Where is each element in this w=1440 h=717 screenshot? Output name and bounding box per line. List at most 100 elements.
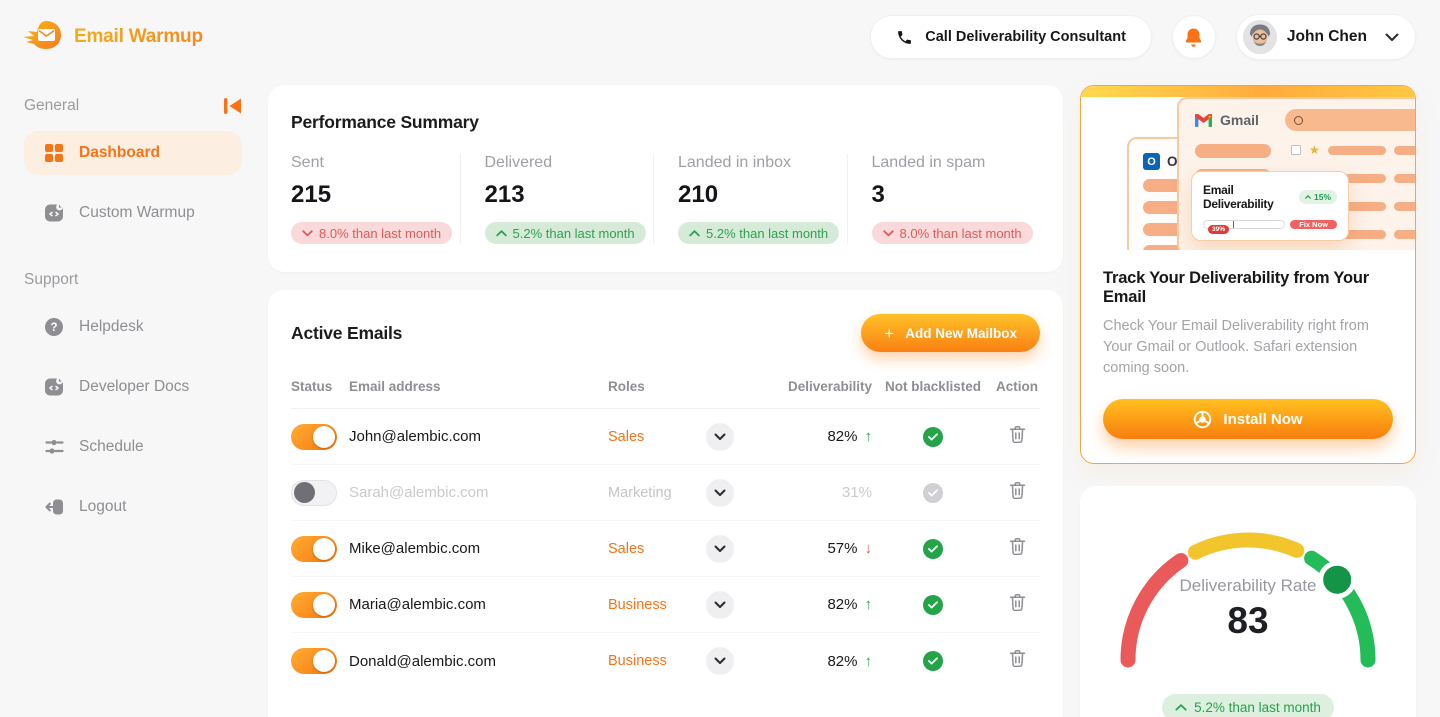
col-status: Status xyxy=(291,379,349,394)
sidebar-item-label: Dashboard xyxy=(79,144,160,162)
role-dropdown-button[interactable] xyxy=(706,423,734,451)
brand-name: Email Warmup xyxy=(74,26,203,48)
email-address: Donald@alembic.com xyxy=(349,653,594,670)
check-circle-icon xyxy=(923,427,943,447)
email-address: John@alembic.com xyxy=(349,428,594,445)
popup-score: 39% xyxy=(1208,225,1229,234)
metric-value: 210 xyxy=(678,181,847,209)
check-circle-icon xyxy=(923,651,943,671)
sidebar-item-helpdesk[interactable]: ? Helpdesk xyxy=(24,305,242,349)
chevron-up-icon xyxy=(496,230,507,237)
metric-change-badge: 5.2% than last month xyxy=(485,222,646,244)
deliverability-value: 31% xyxy=(842,484,872,501)
delete-row-button[interactable] xyxy=(1009,425,1026,444)
role-dropdown-button[interactable] xyxy=(706,591,734,619)
sidebar-item-label: Custom Warmup xyxy=(79,204,195,222)
search-icon xyxy=(1294,116,1303,125)
trend-up-icon: ↑ xyxy=(865,428,873,445)
role-dropdown-button[interactable] xyxy=(706,647,734,675)
chevron-up-icon xyxy=(1175,704,1187,711)
sidebar-item-label: Logout xyxy=(79,498,126,516)
delete-row-button[interactable] xyxy=(1009,481,1026,500)
brand-logo: Email Warmup xyxy=(24,18,203,57)
sidebar-item-logout[interactable]: Logout xyxy=(24,485,242,529)
chevron-down-icon xyxy=(883,230,894,237)
metric-value: 213 xyxy=(485,181,654,209)
status-toggle[interactable] xyxy=(291,648,337,674)
deliverability-value: 57% xyxy=(827,540,857,557)
content-area: General Dashboard Custom Warmup Support xyxy=(0,74,1440,717)
sidebar-collapse-button[interactable] xyxy=(223,97,242,115)
role-dropdown-button[interactable] xyxy=(706,535,734,563)
avatar xyxy=(1243,20,1277,54)
role-dropdown-button[interactable] xyxy=(706,479,734,507)
deliverability-value: 82% xyxy=(827,428,857,445)
help-icon: ? xyxy=(44,317,64,337)
table-header: Status Email address Roles Deliverabilit… xyxy=(291,379,1040,409)
check-circle-icon xyxy=(923,539,943,559)
col-roles: Roles xyxy=(594,379,764,394)
plus-icon: + xyxy=(884,325,894,342)
sidebar-item-schedule[interactable]: Schedule xyxy=(24,425,242,469)
dashboard-icon xyxy=(44,144,64,162)
delete-row-button[interactable] xyxy=(1009,593,1026,612)
metric-value: 215 xyxy=(291,181,460,209)
main-column: Performance Summary Sent 215 8.0% than l… xyxy=(268,74,1063,717)
col-deliverability: Deliverability xyxy=(788,379,872,394)
deliverability-popup-mock: Email Deliverability 15% 39% xyxy=(1191,171,1349,241)
check-circle-icon xyxy=(923,483,943,503)
extension-illustration: O Outlook Gmail xyxy=(1081,86,1415,250)
popup-title: Email Deliverability xyxy=(1203,183,1299,211)
status-toggle[interactable] xyxy=(291,424,337,450)
deliverability-gauge-card: Deliverability Rate 83 5.2% than last mo… xyxy=(1080,486,1416,717)
delete-row-button[interactable] xyxy=(1009,649,1026,668)
chrome-icon xyxy=(1193,410,1212,429)
deliverability-value: 82% xyxy=(827,653,857,670)
user-menu[interactable]: John Chen xyxy=(1236,14,1416,60)
gauge-value: 83 xyxy=(1098,600,1398,642)
user-name: John Chen xyxy=(1287,28,1367,46)
top-header: Email Warmup Call Deliverability Consult… xyxy=(0,0,1440,74)
sidebar-item-custom-warmup[interactable]: Custom Warmup xyxy=(24,191,242,235)
status-toggle[interactable] xyxy=(291,536,337,562)
gmail-logo-icon xyxy=(1195,114,1212,127)
gradient-strip xyxy=(1081,86,1415,97)
role-label: Business xyxy=(608,653,684,669)
call-consultant-label: Call Deliverability Consultant xyxy=(925,29,1126,45)
add-new-mailbox-button[interactable]: + Add New Mailbox xyxy=(861,314,1040,352)
phone-icon xyxy=(896,29,913,46)
popup-badge: 15% xyxy=(1299,190,1337,204)
sidebar-item-developer-docs[interactable]: Developer Docs xyxy=(24,365,242,409)
role-label: Sales xyxy=(608,429,684,445)
popup-marker xyxy=(1233,221,1235,228)
metrics-row: Sent 215 8.0% than last month Delivered … xyxy=(291,154,1040,244)
fix-now-button: Fix Now xyxy=(1290,220,1337,229)
metric-change-badge: 8.0% than last month xyxy=(872,222,1033,244)
promo-title: Track Your Deliverability from Your Emai… xyxy=(1103,269,1393,307)
call-consultant-button[interactable]: Call Deliverability Consultant xyxy=(870,15,1152,59)
trend-up-icon: ↑ xyxy=(865,653,873,670)
col-not-blacklisted: Not blacklisted xyxy=(885,379,981,394)
metric-value: 3 xyxy=(872,181,1041,209)
promo-description: Check Your Email Deliverability right fr… xyxy=(1103,316,1393,379)
metric-label: Sent xyxy=(291,154,460,172)
sidebar-section-general: General xyxy=(24,97,79,115)
svg-text:?: ? xyxy=(50,322,57,334)
delete-row-button[interactable] xyxy=(1009,537,1026,556)
notifications-button[interactable] xyxy=(1172,15,1216,59)
table-row: Mike@alembic.com Sales 57%↓ xyxy=(291,521,1040,577)
outlook-logo-icon: O xyxy=(1143,153,1160,170)
metric-label: Landed in spam xyxy=(872,154,1041,172)
email-address: Sarah@alembic.com xyxy=(349,484,594,501)
sidebar-item-dashboard[interactable]: Dashboard xyxy=(24,131,242,175)
metric-landed-inbox: Landed in inbox 210 5.2% than last month xyxy=(653,154,847,244)
col-email: Email address xyxy=(349,379,594,394)
role-label: Business xyxy=(608,597,684,613)
status-toggle[interactable] xyxy=(291,480,337,506)
code-box-icon xyxy=(44,203,64,223)
metric-label: Delivered xyxy=(485,154,654,172)
active-emails-title: Active Emails xyxy=(291,323,402,344)
install-now-button[interactable]: Install Now xyxy=(1103,399,1393,439)
logout-icon xyxy=(44,497,64,517)
status-toggle[interactable] xyxy=(291,592,337,618)
